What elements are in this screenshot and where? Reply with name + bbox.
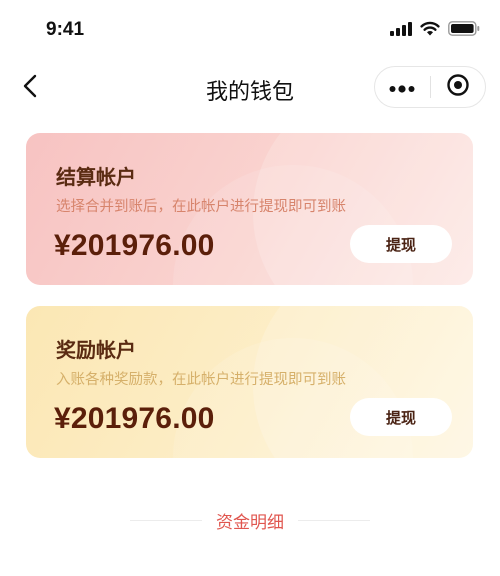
funds-detail-section: 资金明细 — [0, 506, 500, 534]
nav-bar: 我的钱包 — [0, 62, 500, 112]
target-icon — [446, 73, 470, 101]
reward-account-description: 入账各种奖励款，在此帐户进行提现即可到账 — [56, 372, 346, 388]
signal-icon — [390, 21, 412, 40]
wifi-icon — [420, 21, 440, 40]
divider-line — [298, 519, 370, 521]
close-target-button[interactable] — [430, 67, 485, 107]
more-button[interactable] — [375, 67, 430, 107]
settlement-withdraw-button[interactable]: 提现 — [350, 225, 452, 263]
reward-account-balance: ¥201976.00 — [54, 402, 215, 435]
settlement-account-description: 选择合并到账后，在此帐户进行提现即可到账 — [56, 199, 346, 215]
reward-account-card: 奖励帐户 入账各种奖励款，在此帐户进行提现即可到账 ¥201976.00 提现 — [26, 306, 473, 458]
divider-line — [130, 519, 202, 521]
reward-withdraw-button[interactable]: 提现 — [350, 398, 452, 436]
settlement-account-title: 结算帐户 — [56, 165, 136, 189]
settlement-account-card: 结算帐户 选择合并到账后，在此帐户进行提现即可到账 ¥201976.00 提现 — [26, 133, 473, 285]
reward-account-title: 奖励帐户 — [56, 338, 136, 362]
status-bar: 9:41 — [0, 0, 500, 60]
funds-detail-link[interactable]: 资金明细 — [216, 508, 284, 533]
mini-program-capsule — [374, 66, 486, 108]
more-icon — [389, 78, 415, 97]
battery-icon — [448, 21, 480, 40]
status-icons — [390, 21, 480, 40]
settlement-account-balance: ¥201976.00 — [54, 229, 215, 262]
status-time: 9:41 — [46, 19, 85, 40]
